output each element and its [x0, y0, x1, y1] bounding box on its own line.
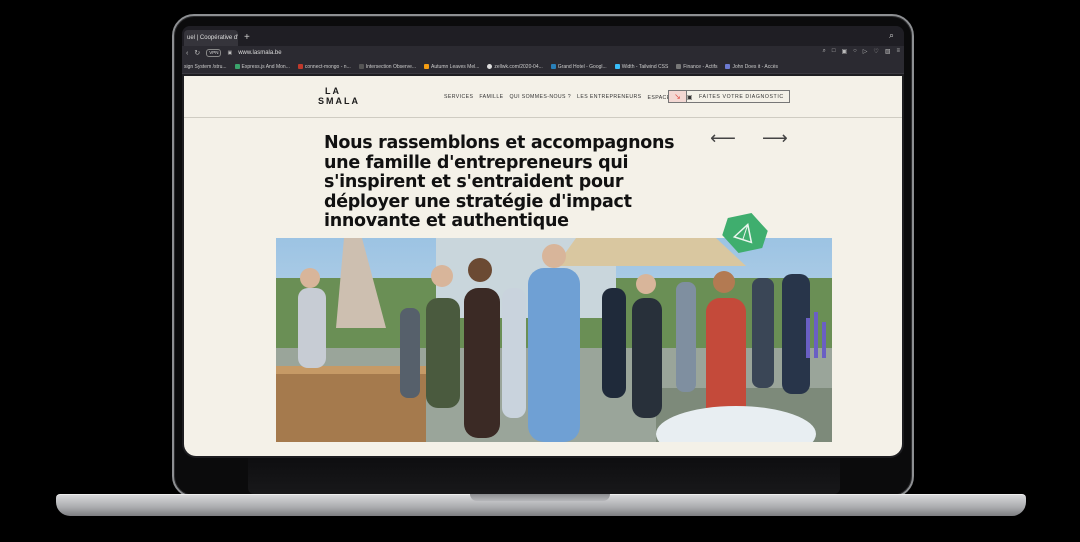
- bookmark-label: Intersection Observe...: [365, 63, 417, 70]
- bookmark-label: sign System /stru...: [184, 63, 227, 70]
- new-tab-button[interactable]: +: [244, 30, 250, 46]
- site-header: LA SMALA SERVICES FAMILLE QUI SOMMES-NOU…: [184, 76, 902, 118]
- diagnostic-label: FAITES VOTRE DIAGNOSTIC: [699, 93, 784, 100]
- bookmark-label: Autumn Leaves Mel...: [431, 63, 480, 70]
- bookmark-0[interactable]: sign System /stru...: [184, 64, 227, 70]
- event-photo-illustration: [276, 238, 832, 442]
- nav-entrepreneurs[interactable]: LES ENTREPRENEURS: [577, 94, 641, 101]
- camera-icon[interactable]: ▣: [842, 48, 848, 55]
- tab-bar: uel | Coopérative d' + ⌕: [182, 26, 904, 46]
- bookmark-icon: [234, 64, 240, 69]
- laptop-notch: [470, 494, 610, 501]
- bookmark-5[interactable]: zellwk.com/2020-04...: [487, 63, 543, 70]
- bookmark-label: connect-mongo - n...: [304, 63, 351, 70]
- bookmark-label: John Does it - Accès: [732, 63, 779, 70]
- nav-famille[interactable]: FAMILLE: [479, 94, 503, 101]
- play-icon[interactable]: ▷: [863, 48, 868, 55]
- bookmark-icon: [550, 64, 556, 69]
- address-bar: ‹ ↻ VPN ▣ www.lasmala.be ⌕ □ ▣ ○ ▷ ♡ ▧ ≡: [182, 46, 904, 60]
- zoom-icon[interactable]: ⌕: [823, 48, 826, 55]
- nav-qui-sommes-nous[interactable]: QUI SOMMES-NOUS ?: [509, 94, 571, 101]
- bookmark-label: Finance - Actifs: [683, 63, 718, 70]
- logo-top: LA: [325, 86, 341, 96]
- screenshot-icon[interactable]: □: [832, 48, 836, 55]
- logo-bottom: SMALA: [318, 96, 360, 106]
- heart-icon[interactable]: ♡: [873, 48, 878, 55]
- bookmark-7[interactable]: Width - Tailwind CSS: [614, 63, 669, 70]
- reload-icon[interactable]: ↻: [194, 49, 200, 57]
- bookmark-label: Width - Tailwind CSS: [621, 63, 669, 70]
- laptop-hinge: [248, 458, 840, 494]
- shield-icon[interactable]: ○: [853, 48, 857, 55]
- github-icon: [487, 64, 493, 69]
- bookmark-4[interactable]: Autumn Leaves Mel...: [424, 64, 479, 70]
- bookmark-icon: [424, 64, 430, 69]
- diagnostic-button[interactable]: ↘ FAITES VOTRE DIAGNOSTIC: [668, 90, 790, 103]
- laptop-screen: uel | Coopérative d' + ⌕ ‹ ↻ VPN ▣ www.l…: [182, 26, 904, 458]
- tailwind-icon: [614, 64, 620, 69]
- bookmark-icon: [676, 64, 682, 69]
- web-page: LA SMALA SERVICES FAMILLE QUI SOMMES-NOU…: [184, 76, 902, 456]
- bookmark-label: zellwk.com/2020-04...: [494, 63, 543, 70]
- bookmark-3[interactable]: Intersection Observe...: [358, 63, 417, 70]
- wallet-icon[interactable]: ▧: [885, 48, 891, 55]
- site-logo[interactable]: LA SMALA: [318, 86, 360, 108]
- bookmark-label: Grand Hotel - Googl...: [557, 63, 607, 70]
- bookmark-6[interactable]: Grand Hotel - Googl...: [550, 63, 607, 70]
- bookmark-1[interactable]: Express.js And Mon...: [234, 63, 290, 70]
- hero-headline: Nous rassemblons et accompagnons une fam…: [324, 133, 675, 231]
- vpn-badge[interactable]: VPN: [206, 49, 222, 57]
- search-icon[interactable]: ⌕: [889, 30, 894, 41]
- carousel-next-button[interactable]: ⟶: [762, 128, 788, 149]
- url-field[interactable]: www.lasmala.be: [238, 50, 281, 56]
- arrow-icon: ↘: [669, 91, 687, 102]
- hero-photo: [276, 238, 832, 442]
- back-icon[interactable]: ‹: [186, 50, 188, 57]
- toolbar-icons: ⌕ □ ▣ ○ ▷ ♡ ▧ ≡: [823, 48, 901, 55]
- nav-services[interactable]: SERVICES: [444, 94, 473, 101]
- bookmark-icon: [297, 64, 303, 69]
- carousel-prev-button[interactable]: ⟵: [710, 128, 736, 149]
- bookmark-label: Express.js And Mon...: [241, 63, 290, 70]
- lock-icon: ▣: [227, 50, 233, 56]
- browser-tab[interactable]: uel | Coopérative d': [184, 30, 238, 46]
- bookmark-8[interactable]: Finance - Actifs: [676, 64, 717, 70]
- bookmark-2[interactable]: connect-mongo - n...: [297, 63, 351, 70]
- bookmarks-bar: sign System /stru... Express.js And Mon.…: [182, 60, 904, 74]
- bookmark-icon: [358, 64, 364, 69]
- bookmark-9[interactable]: John Does it - Accès: [725, 64, 778, 70]
- bookmark-icon: [725, 64, 731, 69]
- main-nav: SERVICES FAMILLE QUI SOMMES-NOUS ? LES E…: [444, 94, 693, 101]
- menu-icon[interactable]: ≡: [896, 48, 900, 55]
